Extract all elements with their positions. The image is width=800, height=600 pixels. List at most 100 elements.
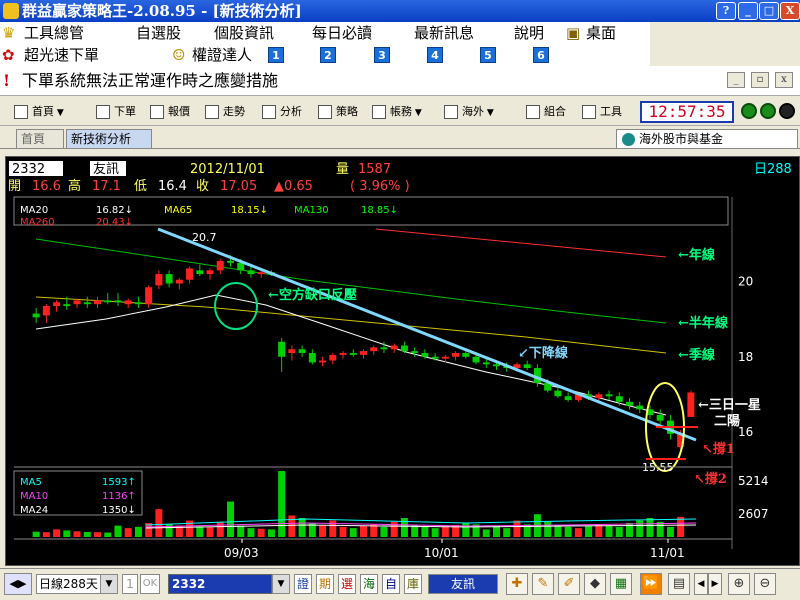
fast-order-link[interactable]: 超光速下單 xyxy=(24,44,99,66)
tab-technical-analysis[interactable]: 新技術分析 xyxy=(66,129,152,148)
quick-watchlist-button[interactable]: 自 xyxy=(382,574,400,594)
quick-overseas-button[interactable]: 海 xyxy=(360,574,378,594)
toolbar-overseas[interactable]: 海外 ▼ xyxy=(444,103,494,121)
volume-bar xyxy=(53,529,61,537)
quick-button-5[interactable]: 5 xyxy=(480,47,496,63)
chart-canvas: 2332 友訊 2012/11/01 量 1587 日288 開 16.6 高 17.1 低 16.4… xyxy=(8,161,792,560)
toolbar-strategy[interactable]: 策略 xyxy=(318,103,358,121)
volume-bar xyxy=(206,527,214,537)
technical-chart[interactable]: 2332 友訊 2012/11/01 量 1587 日288 開 16.6 高 17.1 低 16.4… xyxy=(5,156,800,566)
mdi-restore-button[interactable]: ▫ xyxy=(751,72,769,88)
volume-bar xyxy=(124,528,132,537)
volume-bar xyxy=(298,518,306,537)
menu-desktop[interactable]: 桌面 xyxy=(586,22,616,44)
volume-bar xyxy=(134,526,142,537)
scroll-left-icon[interactable]: ◀ xyxy=(694,573,708,595)
quote-symbol: 2332 xyxy=(12,162,45,177)
symbol-input[interactable]: 2332 xyxy=(168,574,272,594)
volume-bar xyxy=(94,532,101,537)
status-light-2[interactable] xyxy=(760,103,776,119)
volume-axis-tick: 2607 xyxy=(738,507,769,521)
quick-button-3[interactable]: 3 xyxy=(374,47,390,63)
stepper-input[interactable]: 1 xyxy=(122,574,138,594)
ok-button[interactable]: OK xyxy=(140,574,160,594)
mdi-minimize-button[interactable]: _ xyxy=(727,72,745,88)
quick-stock-button[interactable]: 證 xyxy=(294,574,312,594)
toolbar-order[interactable]: 下單 xyxy=(96,103,136,121)
toolbar-combo[interactable]: 組合 xyxy=(526,103,566,121)
status-light-3[interactable] xyxy=(779,103,795,119)
toolbar-account[interactable]: 帳務 ▼ xyxy=(372,103,422,121)
scroll-arrows-icon[interactable]: ◀▶ xyxy=(4,573,32,595)
candle-body xyxy=(687,392,695,417)
candle-body xyxy=(636,405,644,410)
menu-help[interactable]: 說明 xyxy=(514,22,544,44)
maximize-button[interactable]: □ xyxy=(759,2,779,20)
tab-home[interactable]: 首頁 xyxy=(16,129,64,148)
quote-name: 友訊 xyxy=(93,161,119,177)
crosshair-icon[interactable]: ✚ xyxy=(506,573,528,595)
high-price-label: 20.7 xyxy=(192,231,217,244)
volume-bar xyxy=(42,532,50,537)
annotation-support-1: ↖撐1 xyxy=(702,441,735,457)
help-button[interactable]: ? xyxy=(716,2,736,20)
zoom-out-icon[interactable]: ⊖ xyxy=(754,573,776,595)
date-tick-label: 10/01 xyxy=(424,546,459,560)
quick-inventory-button[interactable]: 庫 xyxy=(404,574,422,594)
quick-button-1[interactable]: 1 xyxy=(268,47,284,63)
toolbar-analysis[interactable]: 分析 xyxy=(262,103,302,121)
quick-button-2[interactable]: 2 xyxy=(320,47,336,63)
candle-body xyxy=(493,364,500,367)
candle-body xyxy=(247,270,255,275)
quick-futures-button[interactable]: 期 xyxy=(316,574,334,594)
notice-link[interactable]: 下單系統無法正常運作時之應變措施 xyxy=(22,66,278,96)
warrant-link[interactable]: 權證達人 xyxy=(192,44,252,66)
price-axis-tick: 18 xyxy=(738,350,753,364)
volume-bar xyxy=(278,471,286,537)
zoom-in-icon[interactable]: ⊕ xyxy=(728,573,750,595)
fast-forward-icon[interactable]: ⏩ xyxy=(640,573,662,595)
menu-daily-reading[interactable]: 每日必讀 xyxy=(312,22,372,44)
pencil-icon[interactable]: ✐ xyxy=(558,573,580,595)
period-label: 日288 xyxy=(754,162,792,177)
menu-news[interactable]: 最新訊息 xyxy=(414,22,474,44)
volume-bar xyxy=(196,526,204,537)
tab-overseas-funds[interactable]: 海外股市與基金 xyxy=(616,129,798,148)
period-dropdown-icon[interactable]: ▼ xyxy=(100,574,118,594)
symbol-dropdown-icon[interactable]: ▼ xyxy=(272,574,290,594)
printer-icon[interactable]: ▤ xyxy=(668,573,690,595)
menu-tools[interactable]: 工具總管 xyxy=(24,22,84,44)
annotation-downtrend: ↙下降線 xyxy=(518,345,569,361)
wrench-icon[interactable]: ✎ xyxy=(532,573,554,595)
eraser-icon[interactable]: ◆ xyxy=(584,573,606,595)
toolbar-trend[interactable]: 走勢 xyxy=(205,103,245,121)
volume-bar xyxy=(554,525,562,537)
volume-bar xyxy=(605,525,613,537)
toolbar-quotes[interactable]: 報價 xyxy=(150,103,190,121)
status-light-1[interactable] xyxy=(741,103,757,119)
excel-icon[interactable]: ▦ xyxy=(610,573,632,595)
candle-body xyxy=(615,396,623,402)
candle-body xyxy=(216,260,224,271)
quick-button-6[interactable]: 6 xyxy=(533,47,549,63)
scroll-right-icon[interactable]: ▶ xyxy=(708,573,722,595)
app-icon xyxy=(3,3,19,19)
volume-bar xyxy=(482,529,490,537)
volume-bar xyxy=(216,521,224,537)
volume-bar xyxy=(677,516,685,537)
quick-options-button[interactable]: 選 xyxy=(338,574,356,594)
volume-bar xyxy=(237,525,245,537)
quick-button-4[interactable]: 4 xyxy=(427,47,443,63)
mdi-close-button[interactable]: x xyxy=(775,72,793,88)
candle-body xyxy=(257,272,265,275)
menu-stock-info[interactable]: 個股資訊 xyxy=(214,22,274,44)
toolbar-home[interactable]: 首頁 ▼ xyxy=(14,103,64,121)
candle-body xyxy=(114,300,122,303)
minimize-button[interactable]: _ xyxy=(738,2,758,20)
candle-body xyxy=(370,347,378,352)
volume-bar xyxy=(319,525,327,537)
close-button[interactable]: X xyxy=(780,2,800,20)
clock-display: 12:57:35 xyxy=(640,101,734,123)
toolbar-tools[interactable]: 工具 xyxy=(582,103,622,121)
menu-watchlist[interactable]: 自選股 xyxy=(136,22,181,44)
